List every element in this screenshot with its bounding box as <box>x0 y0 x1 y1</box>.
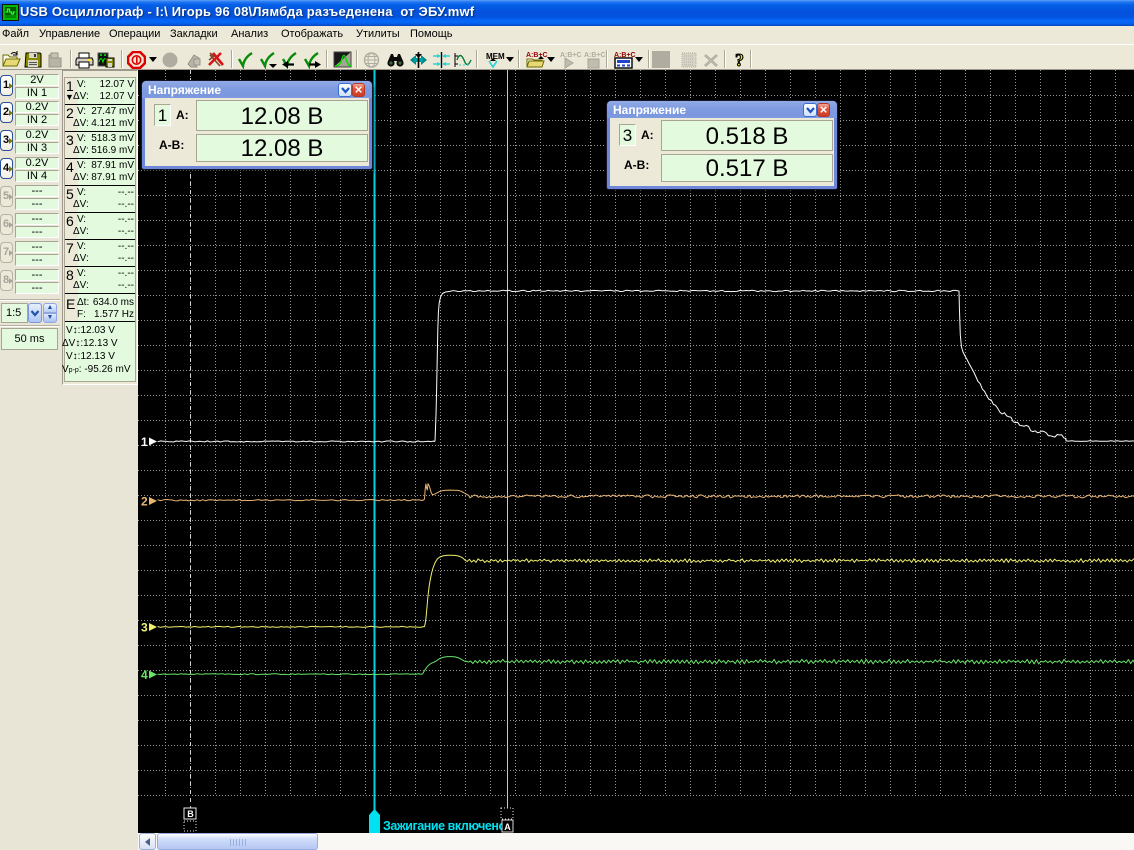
svg-text:1: 1 <box>141 435 148 449</box>
svg-text:A:B+C: A:B+C <box>560 52 582 59</box>
svg-text:A:B+C: A:B+C <box>584 52 606 59</box>
svg-text:?: ? <box>735 51 744 69</box>
svg-text:4: 4 <box>141 668 148 682</box>
svg-text:MEM: MEM <box>486 52 505 61</box>
svg-text:3: 3 <box>141 621 148 635</box>
svg-text:A: A <box>504 822 511 832</box>
svg-text:A:B+C: A:B+C <box>526 52 548 59</box>
svg-text:2: 2 <box>141 495 148 509</box>
svg-text:B: B <box>187 809 194 819</box>
svg-text:Зажигание включено: Зажигание включено <box>383 819 506 833</box>
